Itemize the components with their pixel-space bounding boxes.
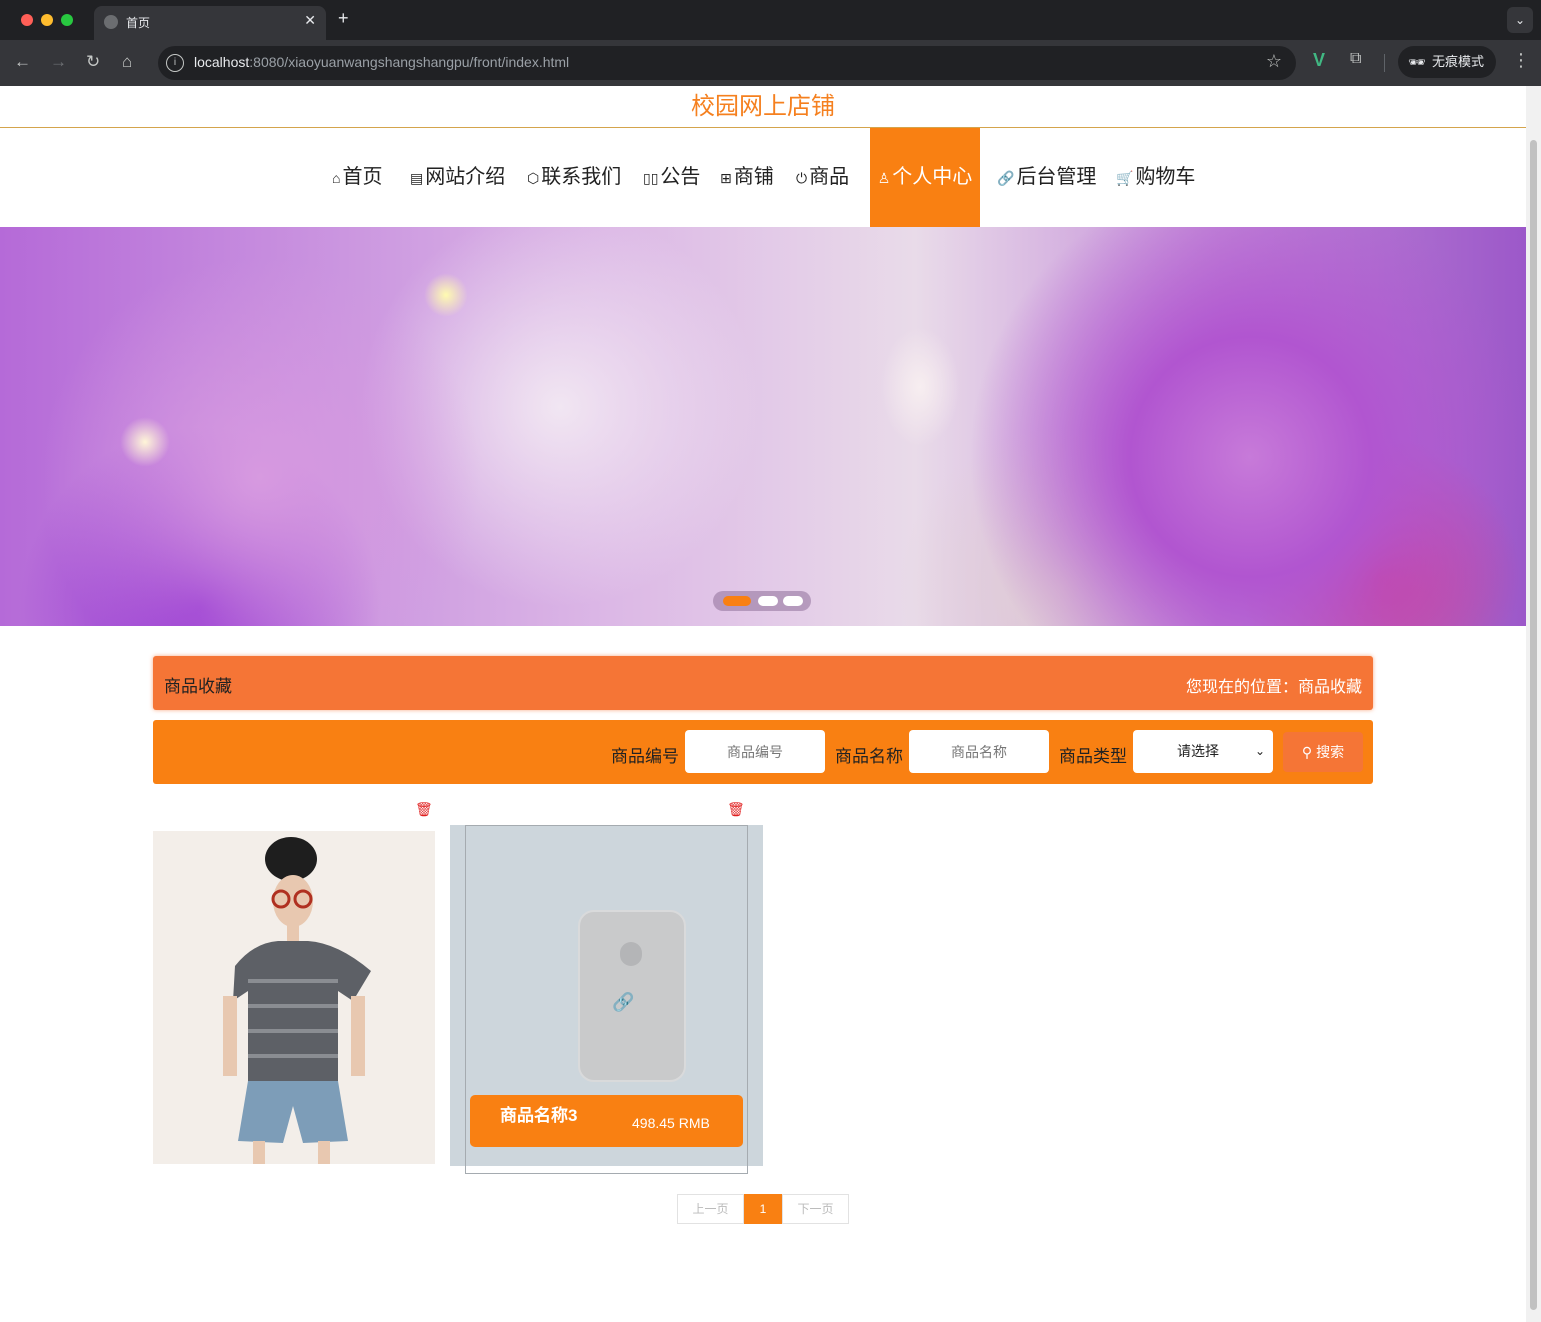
minimize-window-button[interactable] — [41, 14, 53, 26]
browser-tab[interactable]: 首页 ✕ — [94, 6, 326, 40]
search-icon: ⚲ — [1301, 744, 1313, 760]
product-type-select[interactable]: 请选择 ⌄ — [1133, 730, 1273, 773]
nav-item-shop[interactable]: ⊞ 商铺 — [720, 128, 774, 227]
carousel-dot-2[interactable] — [758, 596, 778, 606]
product-info-box: 商品名称3 498.45 RMB — [470, 1095, 743, 1147]
box-icon: ⬡ — [527, 170, 540, 186]
chevron-down-icon: ⌄ — [1254, 744, 1265, 758]
new-tab-button[interactable]: + — [338, 8, 349, 29]
nav-item-products[interactable]: ⏻ 商品 — [796, 128, 849, 227]
nav-label: 联系我们 — [541, 166, 622, 188]
book-icon: ▯▯ — [643, 170, 659, 186]
nav-label: 个人中心 — [892, 166, 973, 188]
product-type-label: 商品类型 — [1059, 747, 1127, 766]
home-icon: ⌂ — [332, 170, 341, 186]
browser-toolbar: ← → ↻ ⌂ i localhost:8080/xiaoyuanwangsha… — [0, 40, 1541, 86]
gift-icon: ⊞ — [720, 170, 732, 186]
toolbar-divider — [1384, 54, 1385, 72]
search-button-label: 搜索 — [1316, 744, 1345, 760]
site-title: 校园网上店铺 — [0, 86, 1526, 128]
nav-item-personal-center[interactable]: ♙ 个人中心 — [870, 128, 980, 227]
delete-favorite-2-icon[interactable]: 🗑 — [727, 801, 745, 818]
incognito-label: 无痕模式 — [1432, 54, 1485, 69]
next-page-button[interactable]: 下一页 — [782, 1194, 849, 1224]
nav-item-notice[interactable]: ▯▯ 公告 — [643, 128, 700, 227]
product-name-input[interactable] — [909, 730, 1049, 773]
breadcrumb-prefix: 您现在的位置： — [1185, 679, 1298, 696]
chevron-down-icon[interactable]: ⌄ — [1507, 7, 1533, 33]
forward-icon[interactable]: → — [50, 52, 67, 72]
user-icon: ♙ — [877, 170, 891, 186]
close-window-button[interactable] — [21, 14, 33, 26]
page-viewport: 校园网上店铺 ⌂ 首页 ▤ 网站介绍 ⬡ 联系我们 ▯▯ 公告 ⊞ 商铺 ⏻ 商品 ♙ 个人中… — [0, 86, 1526, 1322]
page-1-button[interactable]: 1 — [744, 1194, 782, 1224]
back-icon[interactable]: ← — [14, 52, 31, 72]
nav-item-home[interactable]: ⌂ 首页 — [332, 128, 382, 227]
banner-candle — [880, 327, 960, 447]
nav-item-intro[interactable]: ▤ 网站介绍 — [410, 128, 505, 227]
more-menu-icon[interactable]: ⋮ — [1512, 50, 1530, 71]
product-name-label: 商品名称 — [835, 747, 903, 766]
incognito-icon: 🕶 — [1408, 54, 1426, 70]
product-card-2[interactable]: 🔗 商品名称3 498.45 RMB — [450, 825, 763, 1174]
incognito-indicator[interactable]: 🕶 无痕模式 — [1398, 46, 1496, 78]
maximize-window-button[interactable] — [61, 14, 73, 26]
product-id-input[interactable] — [685, 730, 825, 773]
nav-label: 首页 — [342, 166, 383, 188]
product-id-label: 商品编号 — [611, 747, 679, 766]
nav-label: 购物车 — [1135, 166, 1196, 188]
link-icon: 🔗 — [997, 170, 1015, 186]
site-info-icon[interactable]: i — [166, 54, 184, 72]
link-icon[interactable]: 🔗 — [612, 992, 634, 1013]
product-card-1[interactable] — [153, 831, 435, 1164]
product-price: 498.45 RMB — [632, 1115, 710, 1131]
tab-title: 首页 — [126, 16, 151, 30]
cart-icon: 🛒 — [1116, 170, 1134, 186]
section-title: 商品收藏 — [164, 677, 232, 696]
nav-item-contact[interactable]: ⬡ 联系我们 — [527, 128, 621, 227]
nav-item-cart[interactable]: 🛒 购物车 — [1116, 128, 1195, 227]
extensions-icon[interactable]: ⧉ — [1350, 50, 1361, 68]
nav-label: 后台管理 — [1016, 166, 1097, 188]
close-icon[interactable]: ✕ — [304, 12, 316, 29]
bookmark-star-icon[interactable]: ☆ — [1266, 51, 1282, 72]
clipboard-icon: ▤ — [410, 170, 424, 186]
browser-tab-bar: 首页 ✕ + ⌄ — [0, 0, 1541, 40]
globe-icon — [104, 15, 118, 29]
nav-label: 商铺 — [733, 166, 774, 188]
section-title-bar: 商品收藏 您现在的位置：商品收藏 — [153, 656, 1373, 710]
page-scrollbar[interactable] — [1526, 86, 1541, 1322]
nav-label: 公告 — [660, 166, 701, 188]
apple-logo-icon — [620, 942, 642, 966]
search-bar: 商品编号 商品名称 商品类型 请选择 ⌄ ⚲ 搜索 — [153, 720, 1373, 784]
nav-label: 商品 — [809, 166, 850, 188]
vue-devtools-icon[interactable]: V — [1313, 50, 1325, 71]
banner-light — [120, 417, 170, 467]
product-name: 商品名称3 — [500, 1106, 578, 1125]
nav-label: 网站介绍 — [425, 166, 506, 188]
delete-favorite-1-icon[interactable]: 🗑 — [415, 801, 433, 818]
breadcrumb-current: 商品收藏 — [1297, 679, 1362, 696]
carousel-dot-3[interactable] — [783, 596, 803, 606]
product-image-clothing — [153, 831, 435, 1164]
nav-item-admin[interactable]: 🔗 后台管理 — [997, 128, 1096, 227]
carousel-indicators — [713, 591, 811, 611]
power-icon: ⏻ — [796, 170, 808, 186]
url-text: localhost:8080/xiaoyuanwangshangshangpu/… — [194, 54, 570, 70]
home-button-icon[interactable]: ⌂ — [122, 52, 132, 72]
prev-page-button[interactable]: 上一页 — [677, 1194, 744, 1224]
carousel-banner[interactable] — [0, 227, 1526, 626]
search-button[interactable]: ⚲ 搜索 — [1283, 732, 1363, 772]
carousel-dot-1[interactable] — [723, 596, 751, 606]
address-bar[interactable]: i localhost:8080/xiaoyuanwangshangshangp… — [158, 46, 1296, 80]
select-value: 请选择 — [1177, 743, 1219, 759]
banner-light — [424, 273, 468, 317]
scrollbar-thumb[interactable] — [1530, 140, 1537, 1310]
main-nav: ⌂ 首页 ▤ 网站介绍 ⬡ 联系我们 ▯▯ 公告 ⊞ 商铺 ⏻ 商品 ♙ 个人中心 🔗 后台管理… — [0, 128, 1526, 227]
reload-icon[interactable]: ↻ — [86, 52, 100, 72]
breadcrumb: 您现在的位置：商品收藏 — [1186, 673, 1362, 697]
